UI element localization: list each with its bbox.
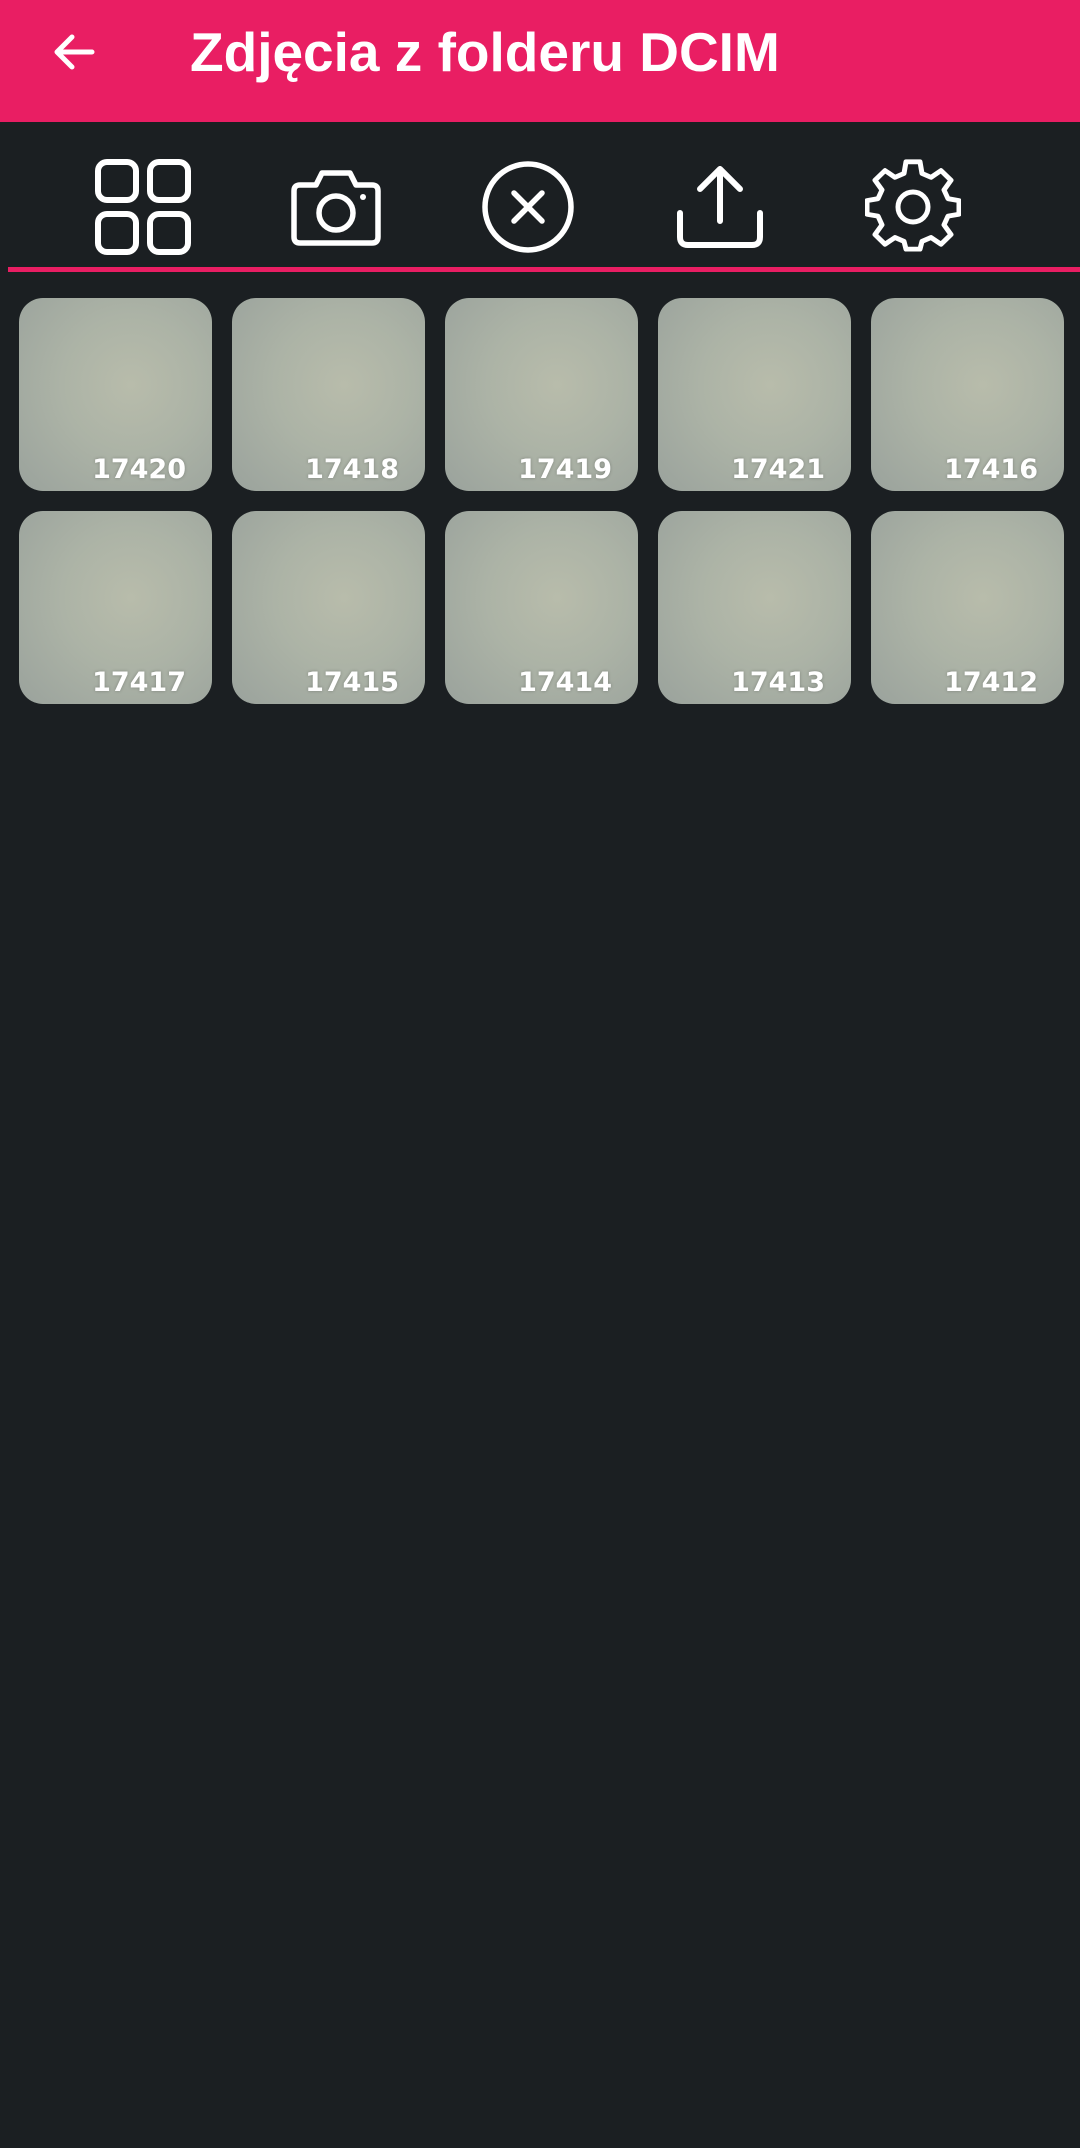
upload-button[interactable] bbox=[665, 152, 775, 262]
app-bar: Zdjęcia z folderu DCIM bbox=[0, 0, 1080, 122]
back-button[interactable] bbox=[40, 18, 108, 86]
toolbar bbox=[0, 122, 1080, 272]
gear-icon bbox=[865, 159, 961, 252]
toolbar-divider bbox=[8, 267, 1080, 272]
camera-button[interactable] bbox=[281, 152, 391, 262]
photo-thumbnail[interactable]: 17420 bbox=[19, 298, 212, 491]
photo-label: 17414 bbox=[518, 667, 612, 698]
photo-grid: 17420 17418 17419 17421 17416 17417 1741… bbox=[19, 298, 1069, 704]
photo-label: 17416 bbox=[944, 454, 1038, 485]
photo-label: 17415 bbox=[305, 667, 399, 698]
camera-icon bbox=[291, 170, 381, 246]
page-title: Zdjęcia z folderu DCIM bbox=[190, 21, 780, 83]
photo-thumbnail[interactable]: 17417 bbox=[19, 511, 212, 704]
photo-label: 17419 bbox=[518, 454, 612, 485]
photo-thumbnail[interactable]: 17421 bbox=[658, 298, 851, 491]
photo-thumbnail[interactable]: 17418 bbox=[232, 298, 425, 491]
photo-label: 17421 bbox=[731, 454, 825, 485]
upload-icon bbox=[677, 166, 763, 248]
photo-label: 17413 bbox=[731, 667, 825, 698]
close-circle-icon bbox=[482, 161, 574, 253]
photo-label: 17418 bbox=[305, 454, 399, 485]
photo-label: 17417 bbox=[92, 667, 186, 698]
photo-label: 17420 bbox=[92, 454, 186, 485]
settings-button[interactable] bbox=[858, 152, 968, 262]
clear-selection-button[interactable] bbox=[473, 152, 583, 262]
arrow-left-icon bbox=[54, 34, 95, 70]
photo-thumbnail[interactable]: 17415 bbox=[232, 511, 425, 704]
grid-view-button[interactable] bbox=[88, 152, 198, 262]
photo-thumbnail[interactable]: 17419 bbox=[445, 298, 638, 491]
photo-thumbnail[interactable]: 17413 bbox=[658, 511, 851, 704]
photo-thumbnail[interactable]: 17416 bbox=[871, 298, 1064, 491]
photo-thumbnail[interactable]: 17414 bbox=[445, 511, 638, 704]
photo-thumbnail[interactable]: 17412 bbox=[871, 511, 1064, 704]
photo-label: 17412 bbox=[944, 667, 1038, 698]
grid-icon bbox=[95, 159, 191, 255]
